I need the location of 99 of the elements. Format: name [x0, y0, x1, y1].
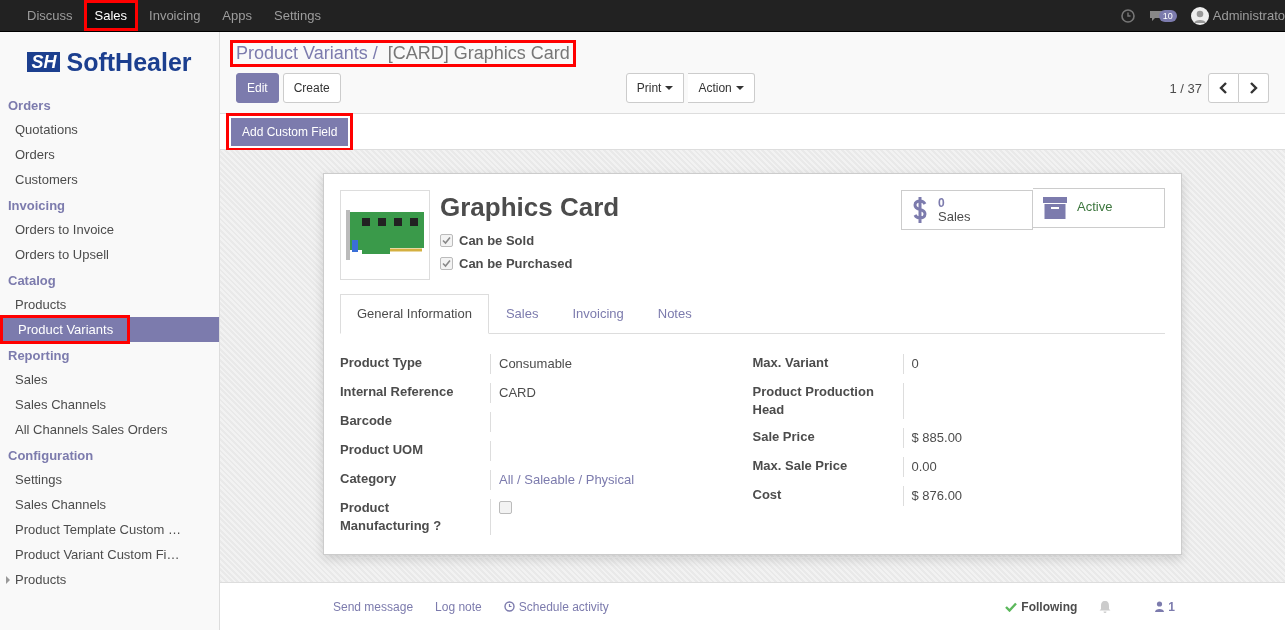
sidebar-item-label: All Channels Sales Orders — [14, 421, 169, 439]
tab[interactable]: General Information — [340, 294, 489, 334]
sidebar-item-label: Customers — [14, 171, 79, 189]
sidebar-item[interactable]: Sales Channels — [0, 492, 219, 517]
sidebar-item-label: Orders to Upsell — [14, 246, 110, 264]
field-label: Category — [340, 470, 398, 488]
checkbox[interactable] — [440, 234, 453, 247]
sidebar-item-label: Orders — [14, 146, 56, 164]
top-menu-item[interactable]: Invoicing — [138, 0, 212, 31]
field-label: Internal Reference — [340, 383, 455, 401]
field-label: Barcode — [340, 412, 394, 430]
top-menu-item[interactable]: Apps — [211, 0, 263, 31]
sidebar-item-label: Products — [14, 571, 68, 589]
chevron-left-icon — [1219, 82, 1228, 94]
breadcrumb-link[interactable]: Product Variants / — [236, 43, 378, 64]
clock-icon — [503, 601, 515, 612]
clock-icon[interactable] — [1120, 8, 1135, 23]
send-message-link[interactable]: Send message — [333, 599, 414, 614]
user-name[interactable]: Administrato — [1212, 8, 1285, 23]
dollar-icon — [912, 196, 928, 224]
top-menu-item[interactable]: Discuss — [16, 0, 84, 31]
field-value: $ 876.00 — [911, 488, 963, 503]
check-icon — [1005, 601, 1018, 612]
field-link[interactable]: All / Saleable / Physical — [499, 472, 635, 487]
tab[interactable]: Sales — [488, 294, 556, 334]
sidebar-item[interactable]: Quotations — [0, 117, 219, 142]
next-button[interactable] — [1239, 73, 1269, 103]
sidebar-item[interactable]: Sales Channels — [0, 392, 219, 417]
field-value: 0.00 — [911, 459, 937, 474]
sidebar-section-title: Invoicing — [7, 197, 67, 215]
tab[interactable]: Notes — [640, 294, 709, 334]
followers-button[interactable]: 1 — [1155, 599, 1175, 614]
person-icon — [1155, 601, 1165, 612]
field-label: Sale Price — [752, 428, 816, 446]
sidebar-item-label: Quotations — [14, 121, 79, 139]
avatar-icon[interactable] — [1190, 6, 1209, 25]
breadcrumb-current: [CARD] Graphics Card — [387, 43, 570, 64]
sidebar-item[interactable]: Orders to Upsell — [0, 242, 219, 267]
sidebar-item-label: Sales Channels — [14, 496, 108, 514]
sidebar-item-label: Orders to Invoice — [14, 221, 115, 239]
checkbox[interactable] — [440, 257, 453, 270]
field-label: Cost — [752, 486, 783, 504]
logo-text: SoftHealer — [66, 47, 192, 77]
checkbox-label: Can be Purchased — [459, 256, 573, 271]
sidebar-item[interactable]: Orders to Invoice — [0, 217, 219, 242]
sidebar-item-label: Products — [14, 296, 68, 314]
field-label: Max. Variant — [752, 354, 830, 372]
sidebar-item-label: Product Variants — [0, 315, 131, 344]
archive-icon — [1043, 197, 1067, 219]
field-label: Product Manufacturing ? — [340, 499, 443, 535]
top-menu-item[interactable]: Sales — [83, 0, 139, 31]
checkbox[interactable] — [499, 501, 512, 514]
chat-icon[interactable] — [1148, 9, 1163, 22]
sidebar-item-label: Settings — [14, 471, 63, 489]
sidebar-item[interactable]: Customers — [0, 167, 219, 192]
sidebar-item[interactable]: Sales — [0, 367, 219, 392]
following-button[interactable]: Following — [1005, 599, 1078, 614]
field-value: CARD — [499, 385, 536, 400]
sidebar-section-title: Configuration — [7, 447, 95, 465]
create-button[interactable]: Create — [282, 73, 341, 103]
checkbox-label: Can be Sold — [459, 233, 535, 248]
sidebar-item[interactable]: Product Variants — [0, 317, 219, 342]
sidebar-item-label: Product Variant Custom Fi… — [14, 546, 181, 564]
sidebar-item[interactable]: Settings — [0, 467, 219, 492]
sidebar-item[interactable]: Products — [0, 292, 219, 317]
active-toggle-button[interactable]: Active — [1033, 188, 1165, 228]
sidebar-item-label: Sales Channels — [14, 396, 108, 414]
field-label: Product Type — [340, 354, 424, 372]
field-label: Product UOM — [340, 441, 425, 459]
sales-stat-button[interactable]: 0 Sales — [901, 190, 1033, 230]
tab[interactable]: Invoicing — [555, 294, 641, 334]
logo-mark: SH — [27, 52, 61, 72]
sidebar-item[interactable]: Product Variant Custom Fi… — [0, 542, 219, 567]
previous-button[interactable] — [1208, 73, 1239, 103]
sidebar-item[interactable]: Products — [0, 567, 219, 592]
field-label: Product Production Head — [752, 383, 875, 419]
sidebar-item[interactable]: Orders — [0, 142, 219, 167]
schedule-activity-link[interactable]: Schedule activity — [503, 599, 609, 614]
sidebar-section-title: Orders — [7, 97, 52, 115]
field-value: Consumable — [499, 356, 572, 371]
message-count: 10 — [1158, 9, 1177, 22]
chevron-right-icon — [1249, 82, 1258, 94]
sidebar-item-label: Sales — [14, 371, 49, 389]
field-value: $ 885.00 — [911, 430, 963, 445]
sidebar-section-title: Catalog — [7, 272, 57, 290]
log-note-link[interactable]: Log note — [435, 599, 482, 614]
sidebar-item[interactable]: Product Template Custom … — [0, 517, 219, 542]
pager-count: 1 / 37 — [1169, 80, 1202, 96]
add-custom-field-button[interactable]: Add Custom Field — [231, 117, 349, 146]
sidebar-item[interactable]: All Channels Sales Orders — [0, 417, 219, 442]
print-button[interactable]: Print — [625, 73, 685, 103]
action-button[interactable]: Action — [688, 73, 755, 103]
field-value: 0 — [911, 356, 919, 371]
sidebar-section-title: Reporting — [7, 347, 71, 365]
sidebar-item-label: Product Template Custom … — [14, 521, 182, 539]
top-menu-item[interactable]: Settings — [263, 0, 332, 31]
edit-button[interactable]: Edit — [236, 73, 279, 103]
product-name: Graphics Card — [440, 192, 621, 223]
field-label: Max. Sale Price — [752, 457, 849, 475]
